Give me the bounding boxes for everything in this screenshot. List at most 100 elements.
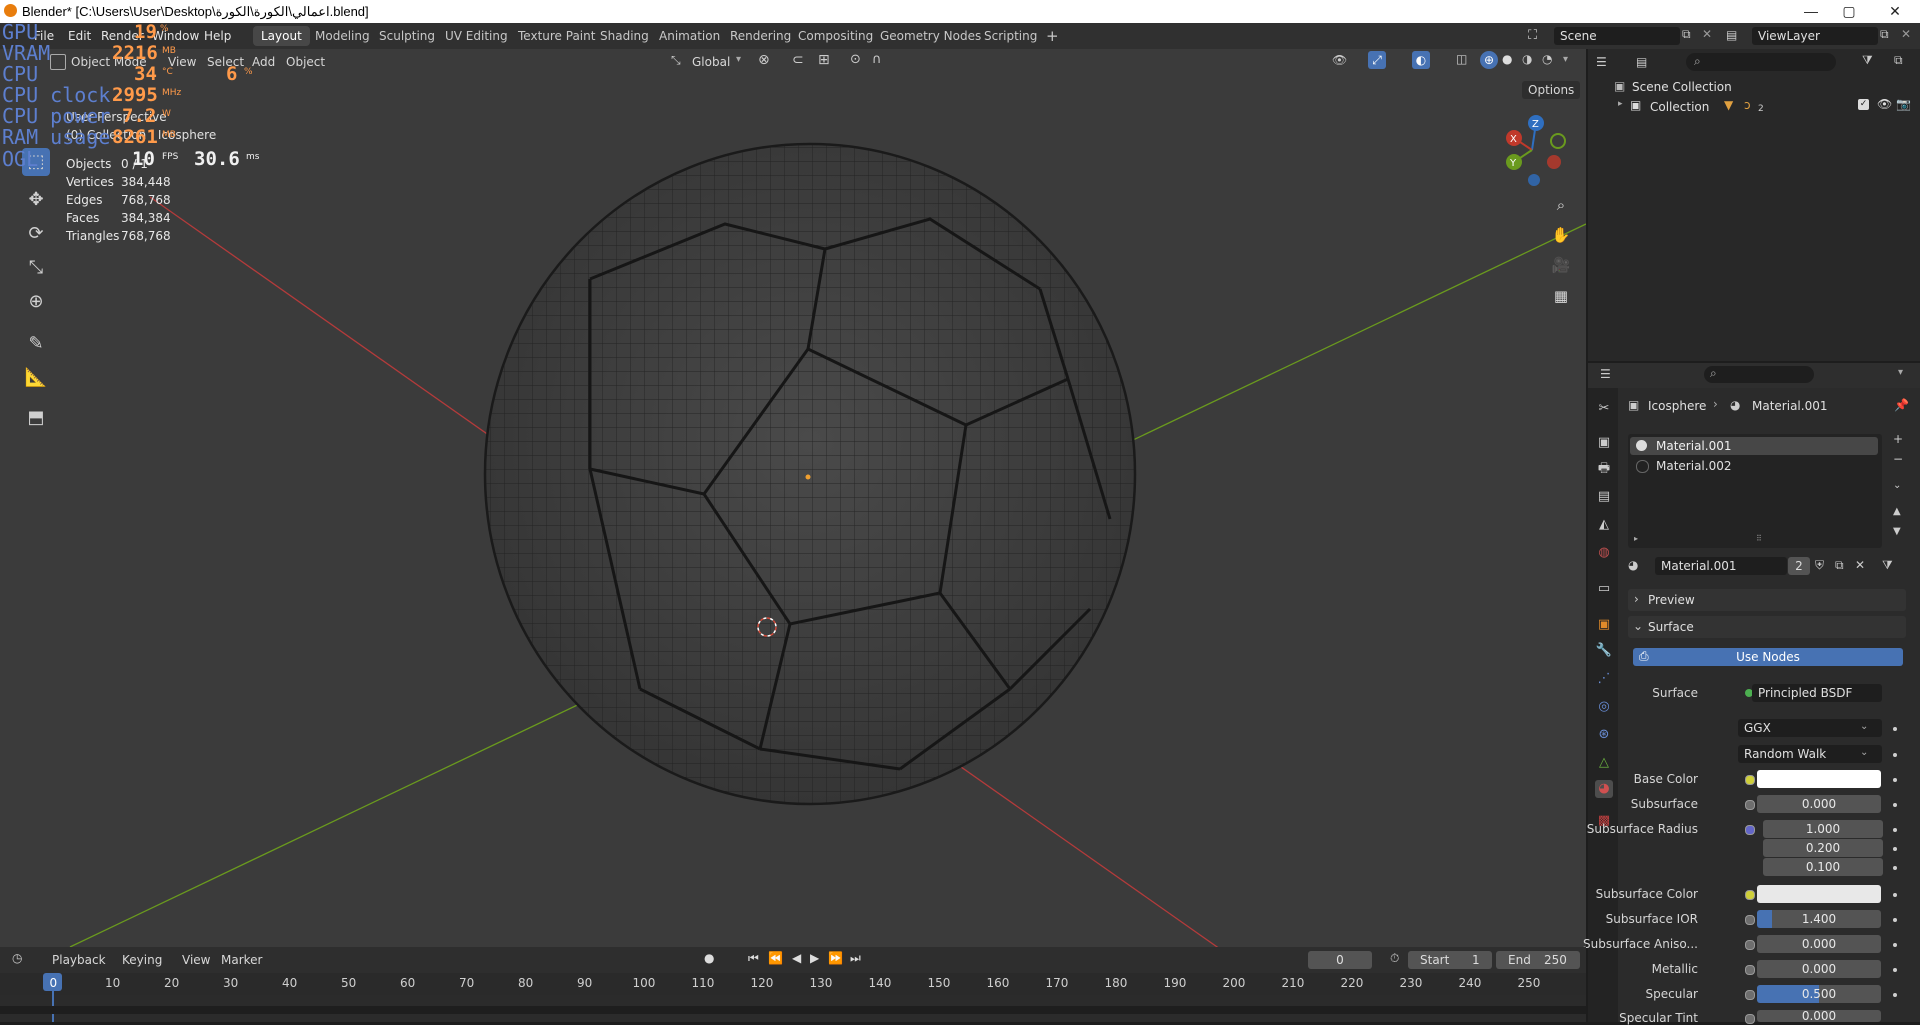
slot-specials-icon[interactable]: ⌄ — [1893, 480, 1901, 491]
duplicate-material-icon[interactable]: ⧉ — [1835, 558, 1844, 573]
solid-shading-icon[interactable]: ● — [1502, 52, 1512, 66]
physics-tab-icon[interactable]: ◎ — [1595, 698, 1613, 716]
camera-render-icon[interactable]: 📷 — [1896, 97, 1911, 111]
stopwatch-icon[interactable]: ⏱ — [1390, 951, 1399, 966]
jump-end-icon[interactable]: ⏭ — [850, 951, 861, 966]
navigation-gizmo[interactable]: Z X Y — [1496, 110, 1578, 192]
options-dropdown[interactable]: Options — [1522, 81, 1581, 99]
new-scene-icon[interactable]: ⧉ — [1682, 27, 1691, 42]
specular-field[interactable]: 0.500 — [1757, 985, 1881, 1003]
move-slot-down-icon[interactable]: ▼ — [1893, 526, 1901, 537]
menu-object[interactable]: Object — [286, 55, 325, 69]
subsurface-radius-z[interactable]: 0.100 — [1763, 858, 1883, 876]
keyframe-dot[interactable] — [1893, 943, 1897, 947]
object-tab-icon[interactable]: ▣ — [1595, 616, 1613, 634]
scene-collection-label[interactable]: Scene Collection — [1632, 80, 1732, 94]
pan-hand-icon[interactable]: ✋ — [1548, 222, 1574, 248]
current-frame-field[interactable]: 0 — [1308, 951, 1372, 969]
annotate-tool-icon[interactable]: ✎ — [22, 330, 50, 358]
next-keyframe-icon[interactable]: ⏩ — [828, 951, 843, 965]
keyframe-dot[interactable] — [1893, 918, 1897, 922]
overlay-toggle-icon[interactable]: ◐ — [1412, 51, 1430, 69]
material-users-count[interactable]: 2 — [1788, 557, 1810, 575]
chevron-down-icon[interactable]: ▾ — [736, 54, 741, 65]
perspective-grid-icon[interactable]: ▦ — [1548, 283, 1574, 309]
eye-icon[interactable]: 👁 — [1877, 97, 1892, 111]
scene-selector[interactable]: Scene — [1554, 27, 1680, 45]
link-filter-icon[interactable]: ⧩ — [1882, 558, 1893, 573]
unlink-material-icon[interactable]: ✕ — [1855, 558, 1865, 572]
keyframe-dot[interactable] — [1893, 993, 1897, 997]
tab-compositing[interactable]: Compositing — [790, 26, 881, 46]
jump-start-icon[interactable]: ⏮ — [748, 951, 759, 966]
tab-rendering[interactable]: Rendering — [722, 26, 799, 46]
collection-tab-icon[interactable]: ▭ — [1595, 580, 1613, 598]
keyframe-dot[interactable] — [1893, 803, 1897, 807]
constraints-tab-icon[interactable]: ⊛ — [1595, 726, 1613, 744]
xray-icon[interactable]: ◫ — [1456, 52, 1467, 66]
resize-handle[interactable]: ⠿ — [1756, 534, 1762, 543]
base-color-swatch[interactable] — [1757, 770, 1881, 788]
display-mode-icon[interactable]: ▤ — [1636, 55, 1647, 69]
collection-exclude-checkbox[interactable]: ✓ — [1858, 99, 1869, 110]
tab-texture-paint[interactable]: Texture Paint — [510, 26, 603, 46]
chevron-down-icon[interactable]: ▾ — [1898, 367, 1903, 378]
use-nodes-button[interactable]: ⎙ Use Nodes — [1633, 648, 1903, 666]
list-item[interactable]: Material.002 — [1630, 457, 1878, 475]
output-tab-icon[interactable]: 🖶 — [1595, 460, 1613, 478]
outliner-search-input[interactable]: ⌕ — [1686, 53, 1836, 71]
scene-tab-icon[interactable]: ◭ — [1595, 516, 1613, 534]
timeline-editor-icon[interactable]: ◷ — [12, 951, 22, 965]
tab-uv-editing[interactable]: UV Editing — [437, 26, 516, 46]
gizmo-toggle-icon[interactable]: ⤢ — [1368, 51, 1386, 69]
add-workspace-button[interactable]: + — [1038, 26, 1067, 46]
view-layer-tab-icon[interactable]: ▤ — [1595, 488, 1613, 506]
timeline-scrollbar[interactable] — [0, 1006, 1586, 1014]
keyframe-dot[interactable] — [1893, 778, 1897, 782]
browse-material-icon[interactable]: ◕ — [1628, 558, 1638, 572]
close-button[interactable]: ✕ — [1872, 0, 1918, 23]
maximize-button[interactable]: ▢ — [1826, 0, 1872, 23]
end-frame-field[interactable]: End 250 — [1496, 951, 1580, 969]
proportional-edit-icon[interactable]: ⊙ — [850, 52, 861, 67]
falloff-icon[interactable]: ∩ — [872, 52, 882, 67]
collection-label[interactable]: Collection — [1650, 100, 1709, 114]
view-menu[interactable]: View — [182, 953, 210, 967]
keyframe-dot[interactable] — [1893, 847, 1897, 851]
rotate-tool-icon[interactable]: ⟳ — [22, 220, 50, 248]
scale-tool-icon[interactable]: ⤡ — [22, 254, 50, 282]
move-tool-icon[interactable]: ✥ — [22, 186, 50, 214]
pin-icon[interactable]: 📌 — [1894, 398, 1909, 412]
camera-view-icon[interactable]: 🎥 — [1548, 252, 1574, 278]
subsurface-radius-x[interactable]: 1.000 — [1763, 820, 1883, 838]
orientation-selector[interactable]: Global — [692, 55, 730, 69]
move-slot-up-icon[interactable]: ▲ — [1893, 506, 1901, 517]
snap-target-icon[interactable]: ⊞ — [818, 52, 830, 68]
marker-menu[interactable]: Marker — [221, 953, 262, 967]
subsurface-aniso-field[interactable]: 0.000 — [1757, 935, 1881, 953]
data-tab-icon[interactable]: △ — [1595, 754, 1613, 772]
delete-view-layer-icon[interactable]: ✕ — [1901, 27, 1911, 41]
expand-arrow-icon[interactable]: ▸ — [1618, 99, 1623, 109]
view-layer-selector[interactable]: ViewLayer — [1752, 27, 1878, 45]
expand-arrow-icon[interactable]: ▸ — [1634, 534, 1638, 543]
tool-tab-icon[interactable]: ✂ — [1595, 400, 1613, 418]
zoom-icon[interactable]: ⌕ — [1548, 192, 1574, 218]
pivot-icon[interactable]: ⊗ — [758, 52, 770, 68]
modifier-tab-icon[interactable]: 🔧 — [1595, 642, 1613, 660]
delete-scene-icon[interactable]: ✕ — [1702, 27, 1712, 41]
surface-shader-selector[interactable]: Principled BSDF — [1752, 684, 1882, 702]
metallic-field[interactable]: 0.000 — [1757, 960, 1881, 978]
tab-sculpting[interactable]: Sculpting — [371, 26, 443, 46]
transform-tool-icon[interactable]: ⊕ — [22, 288, 50, 316]
playback-menu[interactable]: Playback — [52, 953, 106, 967]
start-frame-field[interactable]: Start 1 — [1408, 951, 1492, 969]
properties-search-input[interactable]: ⌕ — [1704, 366, 1814, 383]
new-collection-icon[interactable]: ⧉ — [1894, 53, 1903, 68]
play-icon[interactable]: ▶ — [810, 951, 819, 965]
measure-tool-icon[interactable]: 📐 — [22, 364, 50, 392]
new-view-layer-icon[interactable]: ⧉ — [1880, 27, 1889, 42]
tab-shading[interactable]: Shading — [592, 26, 657, 46]
visibility-icon[interactable]: 👁 — [1332, 53, 1347, 67]
snap-icon[interactable]: ⊂ — [792, 52, 804, 68]
